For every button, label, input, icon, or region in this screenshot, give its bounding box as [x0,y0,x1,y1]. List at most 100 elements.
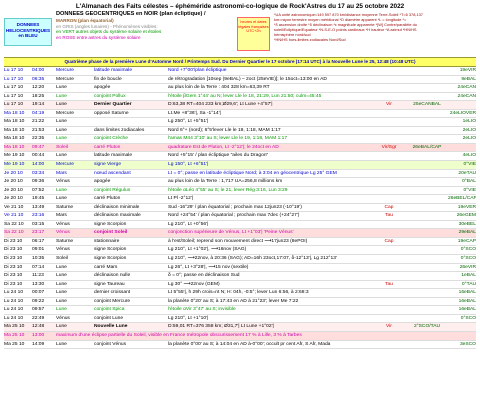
cell-event: déclinaison maximale [94,213,141,219]
cell-detail: D:59,01 RT=376 358 km; Ø31,7'| Lt Lune +… [168,324,274,330]
cell-time: 14:00 [32,162,45,168]
cell-detail: Lg 210°, Lt +1°02'|, ⟶16nov (SAG) [168,247,247,253]
cell-event: dernier croissant [94,290,131,296]
cell-pos2: 26eBEL/CAP [448,196,476,202]
cell-pos2: 24eCAN [457,85,477,91]
cell-sign: Tau [385,213,393,219]
cell-detail: Lt.Me +8°36'|, Sa -1°14'| [168,110,221,116]
cell-sign: Vir/Sgr [381,144,397,150]
cell-event: Dernier Quartier [94,102,132,108]
cell-event: conjoint Pollux [94,93,126,99]
table-row: Di 23 10 07:14 Lune carré Mars Lg 26°, Lt +3… [4,264,476,273]
table-row: Lu 24 10 09:22 Lune conjoint Mercure la plan… [4,298,476,307]
cell-pos2: 0°BAL [462,179,476,185]
table-row: Ma 18 10 22:35 Lune conjoint Crèche l'amas M… [4,135,476,144]
cell-body: Soleil [56,256,68,262]
cell-event: carré Mars [94,264,118,270]
cell-pos2: 2eLIO [462,127,476,133]
table-row: Lu 24 10 09:57 Lune conjoint Spica l'étoile … [4,306,476,315]
cell-body: Mercure [56,76,74,82]
cell-event: carré Pluton [94,144,121,150]
cell-date: Lu 24 10 [4,290,24,296]
cell-pos2: 29eBAL [458,230,476,236]
cell-detail: Nord +24°54' / plan équatorial ; prochai… [168,213,300,219]
cell-detail: au plus loin de la Terre : 1,717 UA=256,… [168,179,283,185]
cell-body: Lune [56,290,67,296]
cell-event: conjoint Vénus [94,341,127,347]
cell-pos2: 19eCAP [457,238,476,244]
cell-body: Vénus [56,230,70,236]
table-row: Ma 25 10 13:00 maximum d'une éclipse parti… [4,331,476,341]
cell-detail: Lg 250°, Lt +5°51'| [168,119,209,125]
cell-time: 14:09 [32,341,45,347]
cell-time: 03:15 [32,221,45,227]
cell-pos2: 24eCAN [457,93,477,99]
cell-time: 21:53 [32,127,45,133]
cell-pos2: 4eLIO [462,153,476,159]
cell-detail: Lg 210°, Lt +0°56'| [168,221,209,227]
table-row: Lu 24 10 22:49 Vénus conjoint Lune Lg 210°, … [4,315,476,324]
cell-pos2: 16eBAL [458,298,476,304]
cell-event: conjoint Régulus [94,187,131,193]
cell-time: 13:30 [32,281,45,287]
cell-time: 09:01 [32,247,45,253]
cell-body: Lune [56,119,67,125]
cell-date: Lu 17 10 [4,93,24,99]
cell-event: fin de boucle [94,76,122,82]
cell-time: 22:49 [32,315,45,321]
table-row: Ve 21 10 13:49 Saturne déclinaison minimale… [4,204,476,213]
cell-pos2: 26eVIR [459,264,476,270]
cell-detail: D:63,38 RT=404 233 km;Ø29,6'; Lt Lune +4… [168,102,273,108]
cell-event: apogée [94,179,111,185]
cell-body: Mercure [56,110,74,116]
cell-date: Di 23 10 [4,256,23,262]
cell-detail: l'étoile αLéo 4°55' au S; le 21, lever R… [168,187,288,193]
cell-pos: 26eBAL/CAP [412,144,442,150]
cell-detail: Lg 26°, Lt +3°28'|, ⟶15 nov (sextile) [168,264,249,270]
cell-event: stationnaire [94,238,120,244]
cell-body: Vénus [56,247,70,253]
cell-body: Lune [56,93,67,99]
cell-date: Me 19 10 [4,162,25,168]
table-row: Ma 18 10 04:19 Mercure opposé Saturne Lt.Me … [4,110,476,119]
cell-detail: Nord +7°00'/plan écliptique [168,68,227,73]
cell-time: 09:57 [32,307,45,313]
cell-body: Vénus [56,315,70,321]
cell-date: Je 20 10 [4,170,23,176]
table-row: Je 20 10 09:36 Vénus apogée au plus loin de … [4,178,476,187]
cell-body: Vénus [56,221,70,227]
cell-time: 11:23 [32,273,44,279]
cell-event: conjoint Mercure [94,298,131,304]
cell-detail: l'étoile αVir 3°47' au S; invisible [168,307,236,313]
cell-time: 07:52 [32,187,45,193]
cell-time: 21:22 [32,119,45,125]
cell-time: 04:00 [32,68,45,73]
cell-pos2: 1eBAL [461,273,476,279]
cell-time: 10:35 [32,256,45,262]
cell-detail: l'étoile βGem 1°44' au N; lever Lle le 1… [168,93,322,99]
almanac-page: L'Almanach des Faits célestes – éphéméri… [0,0,480,420]
moon-phase-banner: Quatrième phase de la première Lune d'Au… [4,57,476,67]
cell-date: Ve 21 10 [4,204,24,210]
cell-body: Lune [56,127,67,133]
cell-body: Lune [56,102,67,108]
cell-detail: Lg 210°, ⟶22nov, à 20:36 (SAG); AD=16h 2… [168,256,337,262]
cell-date: Di 23 10 [4,273,23,279]
cell-time: 19:45 [32,196,45,202]
cell-event: conjoint Soleil [94,230,128,236]
cell-date: Ve 21 10 [4,213,24,219]
cell-event: signe Vierge [94,162,122,168]
cell-time: 03:34 [32,170,45,176]
cell-detail: Lg 150°, Lt +6°51'| [168,162,209,168]
cell-detail: Lt Pl -2°12'| [168,196,194,202]
cell-event: signe Taureau [94,281,125,287]
cell-pos2: 0°TAU [461,281,476,287]
cell-date: Di 23 10 [4,281,23,287]
cell-time: 09:22 [32,298,45,304]
cell-event: apogée [94,85,111,91]
cell-pos2: 16eBAL [458,307,476,313]
cell-date: Lu 24 10 [4,298,24,304]
table-row: Je 20 10 07:52 Lune conjoint Régulus l'étoil… [4,187,476,196]
cell-date: Lu 24 10 [4,307,24,313]
cell-date: Ma 18 10 [4,119,25,125]
